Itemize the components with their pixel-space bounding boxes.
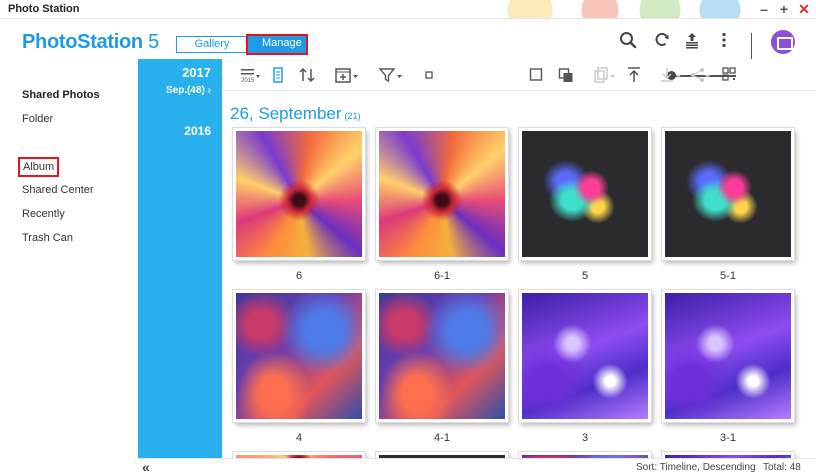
photo-image (379, 131, 505, 257)
upload-icon[interactable] (683, 31, 701, 49)
date-group-heading: 26, September (21) (230, 104, 361, 124)
photo-thumb[interactable] (662, 290, 794, 422)
date-heading-text: 26, September (230, 104, 342, 123)
more-icon[interactable] (715, 31, 733, 49)
total-count: Total: 48 (763, 462, 801, 473)
timeline-year-2017[interactable]: 2017 (182, 65, 211, 80)
add-to-album-icon[interactable] (334, 66, 360, 84)
collapse-sidebar-button[interactable]: « (142, 459, 150, 475)
photo-thumb[interactable] (662, 128, 794, 260)
title-bar-decoration (60, 0, 760, 18)
sidebar-item-folder[interactable]: Folder (22, 113, 53, 125)
photo-thumb[interactable] (376, 128, 508, 260)
photo-thumb[interactable] (376, 290, 508, 422)
photo-caption: 5 (581, 270, 589, 282)
title-bar: Photo Station – + ✕ (0, 0, 816, 19)
photo-image (522, 293, 648, 419)
sidebar-item-shared-center[interactable]: Shared Center (22, 184, 94, 196)
photo-thumb[interactable] (233, 128, 365, 260)
download-icon[interactable] (659, 66, 683, 84)
date-sort-icon[interactable]: 2015 (239, 66, 261, 84)
photo-thumb[interactable] (519, 290, 651, 422)
photo-toolbar: 2015 (222, 59, 816, 91)
photo-caption: 5-1 (720, 270, 736, 282)
photo-caption: 6 (295, 270, 303, 282)
header-separator (751, 33, 752, 59)
photo-image (665, 131, 791, 257)
photo-image (379, 293, 505, 419)
minimize-button[interactable]: – (756, 1, 772, 17)
share-icon[interactable] (689, 66, 711, 84)
multi-select-icon[interactable] (558, 66, 574, 84)
small-thumb-icon[interactable] (424, 66, 434, 84)
user-avatar-icon[interactable] (771, 30, 795, 54)
qr-code-icon[interactable] (721, 66, 737, 84)
close-button[interactable]: ✕ (796, 1, 812, 17)
window-title: Photo Station (8, 3, 80, 15)
search-icon[interactable] (619, 31, 637, 49)
date-count: (21) (344, 111, 361, 121)
timeline-panel: 2017 Sep.(48) › 2016 (138, 59, 222, 476)
timeline-month-september[interactable]: Sep.(48) › (166, 85, 211, 96)
app-header: PhotoStation 5 Gallery Manage (0, 19, 816, 59)
sort-status: Sort: Timeline, Descending (636, 462, 756, 473)
photo-caption: 3-1 (720, 432, 736, 444)
manage-mode-button[interactable]: Manage (246, 34, 308, 55)
photo-caption: 4-1 (434, 432, 450, 444)
timeline-year-2016[interactable]: 2016 (184, 124, 211, 138)
sidebar-item-recently[interactable]: Recently (22, 208, 65, 220)
sidebar-item-trash-can[interactable]: Trash Can (22, 232, 73, 244)
filter-icon[interactable] (378, 66, 404, 84)
mode-switch: Gallery Manage (176, 34, 308, 55)
gallery-mode-button[interactable]: Gallery (176, 36, 248, 53)
photo-caption: 6-1 (434, 270, 450, 282)
photo-image (522, 131, 648, 257)
logo-bold: PhotoStation (22, 31, 143, 53)
sidebar: Shared Photos Folder Album Shared Center… (0, 59, 138, 476)
photo-image (236, 131, 362, 257)
sidebar-item-shared-photos[interactable]: Shared Photos (22, 89, 100, 101)
sidebar-item-album[interactable]: Album (17, 157, 60, 177)
logo-version: 5 (142, 31, 159, 53)
photo-caption: 3 (581, 432, 589, 444)
upload-top-icon[interactable] (626, 66, 642, 84)
refresh-icon[interactable] (653, 31, 671, 49)
photo-image (236, 293, 362, 419)
photo-image (665, 293, 791, 419)
photo-thumb[interactable] (233, 290, 365, 422)
svg-text:2015: 2015 (241, 78, 255, 84)
large-thumb-icon[interactable] (529, 66, 543, 84)
maximize-button[interactable]: + (776, 1, 792, 17)
photo-caption: 4 (295, 432, 303, 444)
status-bar: « Sort: Timeline, Descending Total: 48 (138, 458, 816, 476)
list-view-icon[interactable] (271, 66, 285, 84)
photo-thumb[interactable] (519, 128, 651, 260)
sort-order-icon[interactable] (298, 66, 316, 84)
photo-grid-area: 26, September (21) 6 6-1 5 5-1 4 4-1 3 3-… (222, 92, 816, 458)
copy-icon[interactable] (593, 66, 617, 84)
app-logo: PhotoStation 5 (22, 31, 159, 54)
